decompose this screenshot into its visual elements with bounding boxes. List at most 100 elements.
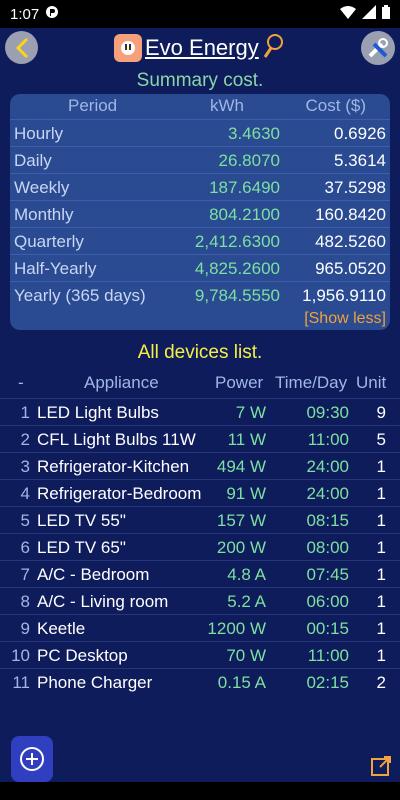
- device-row[interactable]: 3 Refrigerator-Kitchen 494 W 24:00 1: [0, 452, 400, 480]
- device-time: 07:45: [306, 565, 349, 584]
- summary-cost: 965.0520: [315, 259, 386, 278]
- device-row[interactable]: 11 Phone Charger 0.15 A 02:15 2: [0, 668, 400, 696]
- device-time: 11:00: [307, 646, 349, 665]
- device-index: 1: [20, 403, 30, 422]
- header-kwh: kWh: [210, 96, 244, 115]
- device-time: 06:00: [306, 592, 349, 611]
- status-bar: 1:07: [0, 0, 400, 28]
- summary-row: Daily 26.8070 5.3614: [10, 146, 390, 174]
- summary-title: Summary cost.: [136, 70, 264, 91]
- device-power: 11 W: [227, 430, 266, 449]
- device-name: LED TV 55": [37, 511, 126, 530]
- tools-icon: [368, 38, 388, 58]
- summary-period: Half-Yearly: [14, 259, 97, 278]
- device-unit: 1: [376, 646, 386, 665]
- device-name: Keetle: [37, 619, 86, 638]
- device-unit: 2: [376, 673, 386, 692]
- device-unit: 1: [376, 511, 386, 530]
- header-period: Period: [68, 96, 118, 115]
- device-unit: 1: [376, 484, 386, 503]
- summary-cost: 37.5298: [324, 178, 386, 197]
- battery-icon: [382, 5, 390, 23]
- device-time: 02:15: [306, 673, 349, 692]
- summary-cost: 160.8420: [315, 205, 386, 224]
- summary-period: Yearly (365 days): [14, 286, 146, 305]
- device-name: Phone Charger: [37, 673, 153, 692]
- status-time: 1:07: [10, 5, 40, 23]
- device-unit: 1: [376, 538, 386, 557]
- header-index: -: [18, 373, 24, 392]
- settings-tools-button[interactable]: [361, 31, 395, 65]
- device-name: A/C - Living room: [37, 592, 169, 611]
- device-name: LED TV 65": [37, 538, 126, 557]
- summary-cost: 1,956.9110: [302, 286, 386, 305]
- device-time: 11:00: [307, 430, 349, 449]
- device-time: 08:00: [306, 538, 349, 557]
- summary-row: Quarterly 2,412.6300 482.5260: [10, 227, 390, 255]
- wifi-icon: [340, 5, 356, 23]
- device-name: LED Light Bulbs: [37, 403, 159, 422]
- device-unit: 1: [376, 565, 386, 584]
- external-link-icon: [371, 756, 391, 776]
- device-index: 3: [20, 457, 30, 476]
- device-row[interactable]: 4 Refrigerator-Bedroom 91 W 24:00 1: [0, 479, 400, 507]
- device-row[interactable]: 10 PC Desktop 70 W 11:00 1: [0, 641, 400, 669]
- device-time: 00:15: [306, 619, 349, 638]
- device-time: 24:00: [306, 457, 349, 476]
- summary-header-row: Period kWh Cost ($): [10, 96, 390, 120]
- device-index: 6: [20, 538, 30, 557]
- summary-kwh: 26.8070: [218, 151, 280, 170]
- summary-kwh: 804.2100: [209, 205, 280, 224]
- device-power: 494 W: [216, 457, 266, 476]
- summary-kwh: 187.6490: [209, 178, 280, 197]
- device-power: 157 W: [216, 511, 266, 530]
- summary-card: Period kWh Cost ($) Hourly 3.4630 0.6926…: [10, 94, 390, 330]
- device-name: CFL Light Bulbs 11W: [37, 430, 196, 449]
- device-index: 7: [20, 565, 30, 584]
- summary-kwh: 3.4630: [228, 124, 280, 143]
- device-unit: 5: [376, 430, 386, 449]
- header-time-per-day: Time/Day: [275, 373, 348, 392]
- device-time: 09:30: [306, 403, 349, 422]
- app-header: Evo Energy: [0, 28, 400, 70]
- summary-row: Yearly (365 days) 9,784.5550 1,956.9110: [10, 281, 390, 309]
- summary-period: Hourly: [14, 124, 64, 143]
- summary-row: Half-Yearly 4,825.2600 965.0520: [10, 254, 390, 282]
- device-row[interactable]: 6 LED TV 65" 200 W 08:00 1: [0, 533, 400, 561]
- header-appliance: Appliance: [84, 373, 159, 392]
- device-unit: 1: [376, 619, 386, 638]
- device-row[interactable]: 5 LED TV 55" 157 W 08:15 1: [0, 506, 400, 534]
- summary-kwh: 9,784.5550: [194, 286, 280, 305]
- show-less-link[interactable]: [Show less]: [304, 310, 386, 328]
- device-unit: 9: [376, 403, 386, 422]
- back-button[interactable]: [5, 31, 38, 64]
- summary-kwh: 4,825.2600: [194, 259, 280, 278]
- device-index: 4: [20, 484, 30, 503]
- add-device-button[interactable]: [11, 736, 53, 782]
- devices-title: All devices list.: [137, 342, 263, 363]
- device-row[interactable]: 9 Keetle 1200 W 00:15 1: [0, 614, 400, 642]
- device-index: 9: [20, 619, 30, 638]
- device-row[interactable]: 1 LED Light Bulbs 7 W 09:30 9: [0, 398, 400, 426]
- plus-circle-icon: [20, 747, 44, 771]
- devices-header-row: - Appliance Power Time/Day Unit: [0, 373, 400, 397]
- device-row[interactable]: 7 A/C - Bedroom 4.8 A 07:45 1: [0, 560, 400, 588]
- device-power: 200 W: [216, 538, 266, 557]
- device-name: Refrigerator-Kitchen: [37, 457, 190, 476]
- export-button[interactable]: [370, 755, 392, 777]
- device-unit: 1: [376, 592, 386, 611]
- device-power: 5.2 A: [227, 592, 266, 611]
- chevron-left-icon: [15, 37, 28, 58]
- device-row[interactable]: 8 A/C - Living room 5.2 A 06:00 1: [0, 587, 400, 615]
- device-index: 2: [20, 430, 30, 449]
- summary-cost: 482.5260: [315, 232, 386, 251]
- summary-row: Monthly 804.2100 160.8420: [10, 200, 390, 228]
- device-power: 91 W: [226, 484, 266, 503]
- summary-cost: 5.3614: [334, 151, 386, 170]
- device-power: 0.15 A: [217, 673, 266, 692]
- summary-cost: 0.6926: [334, 124, 386, 143]
- app-notification-icon: [45, 5, 59, 23]
- device-index: 10: [11, 646, 30, 665]
- device-row[interactable]: 2 CFL Light Bulbs 11W 11 W 11:00 5: [0, 425, 400, 453]
- device-unit: 1: [376, 457, 386, 476]
